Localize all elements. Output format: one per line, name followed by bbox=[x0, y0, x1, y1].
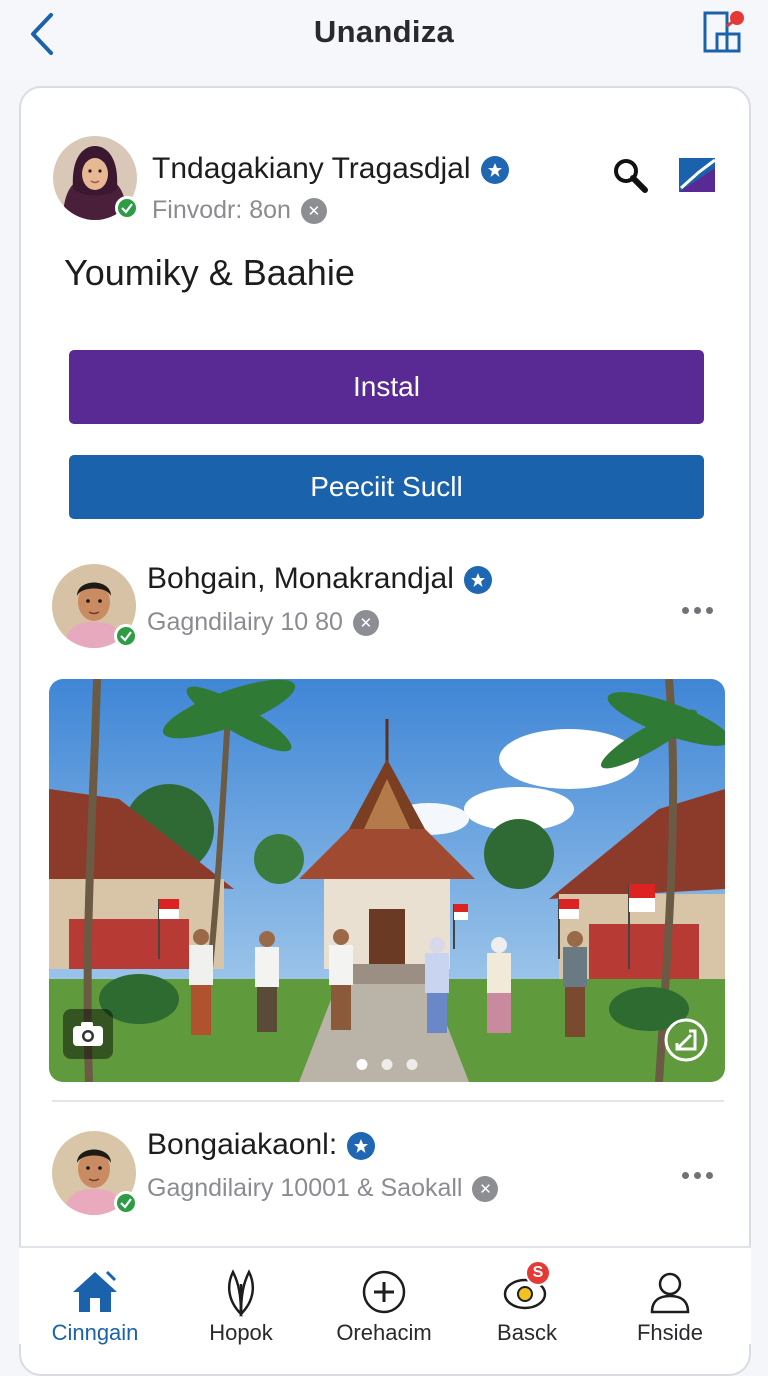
post-author-name: Bongaiakaonl: bbox=[147, 1128, 338, 1161]
camera-icon[interactable] bbox=[63, 1009, 113, 1059]
post-meta-row: Gagndilairy 10 80 ✕ bbox=[147, 608, 379, 637]
post-photo[interactable] bbox=[49, 679, 725, 1082]
dismiss-badge-icon[interactable]: ✕ bbox=[472, 1176, 499, 1203]
nav-item-hopok[interactable]: Hopok bbox=[171, 1248, 311, 1346]
edit-document-icon bbox=[703, 11, 744, 53]
more-options-icon[interactable] bbox=[677, 600, 717, 620]
edit-document-button[interactable] bbox=[700, 8, 748, 56]
post-author-row: Bongaiakaonl: bbox=[147, 1128, 376, 1162]
online-check-icon bbox=[114, 624, 138, 648]
post-meta: Gagndilairy 10 80 bbox=[147, 608, 343, 636]
profile-headline: Youmiky & Baahie bbox=[64, 252, 355, 293]
post-meta-row: Gagndilairy 10001 & Saokall ✕ bbox=[147, 1174, 499, 1203]
nav-item-create[interactable]: Orehacim bbox=[314, 1248, 454, 1346]
village-scene-image bbox=[49, 679, 725, 1082]
nav-item-profile[interactable]: Fhside bbox=[600, 1248, 740, 1346]
person-icon bbox=[642, 1264, 698, 1320]
leaf-icon bbox=[213, 1264, 269, 1320]
post-author-row: Bohgain, Monakrandjal bbox=[147, 562, 492, 596]
post-meta: Gagndilairy 10001 & Saokall bbox=[147, 1174, 463, 1202]
online-check-icon bbox=[114, 1191, 138, 1215]
secondary-action-button[interactable]: Peeciit Sucll bbox=[69, 455, 704, 519]
dismiss-badge-icon[interactable]: ✕ bbox=[300, 198, 327, 225]
post-author-name: Bohgain, Monakrandjal bbox=[147, 562, 454, 595]
verified-icon bbox=[463, 566, 492, 595]
page-dot[interactable] bbox=[406, 1059, 418, 1070]
verified-icon bbox=[480, 156, 509, 185]
search-icon bbox=[614, 159, 648, 193]
feed-card: Tndagakiany Tragasdjal Finvodr: 8on ✕ You… bbox=[19, 86, 751, 1376]
nav-item-home[interactable]: Cinngain bbox=[25, 1248, 165, 1346]
nav-label: Orehacim bbox=[336, 1320, 432, 1345]
nav-label: Hopok bbox=[209, 1320, 273, 1345]
page-dot[interactable] bbox=[356, 1059, 368, 1070]
notification-icon: S bbox=[499, 1260, 555, 1320]
install-button[interactable]: Instal bbox=[69, 350, 704, 424]
home-icon bbox=[67, 1264, 123, 1320]
post-author-avatar[interactable] bbox=[52, 564, 138, 648]
trend-button[interactable] bbox=[677, 154, 719, 196]
verified-icon bbox=[347, 1132, 376, 1161]
nav-label: Cinngain bbox=[51, 1320, 139, 1345]
dismiss-badge-icon[interactable]: ✕ bbox=[352, 610, 379, 637]
bottom-navigation: Cinngain Hopok Orehacim S Basck Fhside bbox=[19, 1246, 751, 1346]
gallery-pagination[interactable] bbox=[356, 1059, 418, 1070]
nav-label: Fhside bbox=[636, 1320, 704, 1345]
profile-avatar[interactable] bbox=[53, 136, 139, 220]
profile-name: Tndagakiany Tragasdjal bbox=[152, 152, 471, 185]
trend-chart-icon bbox=[679, 158, 716, 192]
page-title: Unandiza bbox=[313, 14, 455, 49]
profile-name-row: Tndagakiany Tragasdjal bbox=[152, 152, 509, 186]
nav-label: Basck bbox=[497, 1320, 557, 1345]
divider bbox=[52, 1100, 724, 1102]
profile-subtitle: Finvodr: 8on bbox=[152, 196, 291, 224]
notification-badge: S bbox=[525, 1260, 551, 1286]
online-check-icon bbox=[115, 196, 139, 220]
nav-item-notifications[interactable]: S Basck bbox=[457, 1248, 597, 1346]
expand-icon[interactable] bbox=[663, 1017, 709, 1063]
page-dot[interactable] bbox=[381, 1059, 393, 1070]
post-author-avatar[interactable] bbox=[52, 1131, 138, 1215]
top-bar: Unandiza bbox=[0, 0, 768, 80]
plus-circle-icon bbox=[356, 1264, 412, 1320]
profile-subtitle-row: Finvodr: 8on ✕ bbox=[152, 196, 327, 225]
more-options-icon[interactable] bbox=[677, 1165, 717, 1185]
search-button[interactable] bbox=[611, 156, 651, 196]
